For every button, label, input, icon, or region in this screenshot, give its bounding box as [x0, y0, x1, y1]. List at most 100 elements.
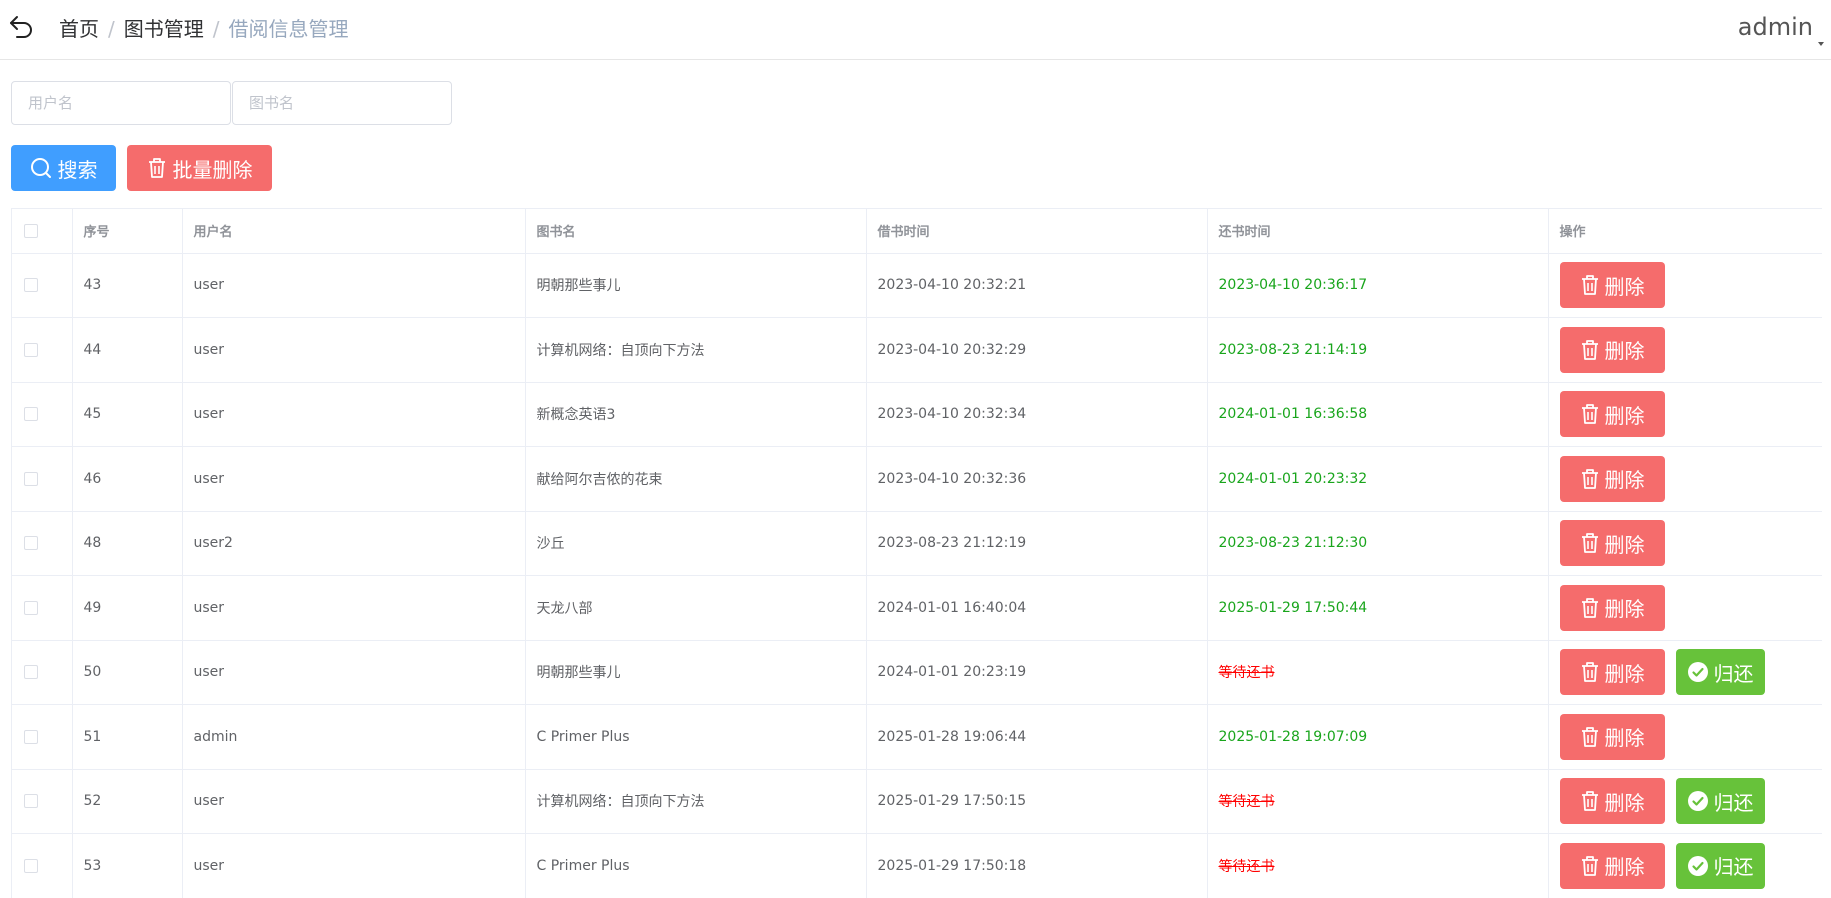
cell-return-time: 2023-08-23 21:14:19 — [1207, 317, 1549, 383]
return-time-text: 2024-01-01 20:23:32 — [1218, 470, 1368, 487]
delete-button-label: 删除 — [1604, 790, 1645, 815]
row-select-cell — [12, 446, 73, 512]
return-button[interactable]: 归还 — [1675, 649, 1765, 696]
return-time-text: 2023-08-23 21:12:30 — [1218, 535, 1368, 552]
column-header-bookname: 图书名 — [525, 209, 867, 254]
column-header-username: 用户名 — [182, 209, 526, 254]
cell-bookname: 计算机网络：自顶向下方法 — [525, 769, 867, 834]
delete-button[interactable]: 删除 — [1559, 391, 1665, 438]
row-checkbox[interactable] — [24, 600, 38, 615]
delete-button[interactable]: 删除 — [1559, 778, 1665, 825]
search-button-label: 搜索 — [57, 157, 98, 182]
return-button-label: 归还 — [1713, 855, 1754, 880]
delete-button-label: 删除 — [1604, 403, 1645, 428]
delete-button[interactable]: 删除 — [1559, 520, 1665, 567]
delete-button-label: 删除 — [1604, 597, 1645, 622]
select-all-cell — [12, 209, 73, 254]
table-row: 44 user 计算机网络：自顶向下方法 2023-04-10 20:32:29 202… — [12, 317, 1822, 383]
cell-actions: 删除 — [1548, 704, 1822, 770]
bookname-search-input[interactable] — [232, 81, 452, 125]
table-row: 43 user 明朝那些事儿 2023-04-10 20:32:21 2023-04-1… — [12, 253, 1822, 318]
top-header: 首页 / 图书管理 / 借阅信息管理 admin — [0, 0, 1831, 60]
cell-borrow-time: 2025-01-29 17:50:18 — [866, 833, 1208, 898]
row-checkbox[interactable] — [24, 407, 38, 422]
row-checkbox[interactable] — [24, 665, 38, 680]
breadcrumb-home[interactable]: 首页 — [59, 17, 99, 41]
row-select-cell — [12, 382, 73, 447]
cell-username: user — [182, 446, 526, 512]
delete-button[interactable]: 删除 — [1559, 262, 1665, 309]
delete-button[interactable]: 删除 — [1559, 584, 1665, 631]
delete-button[interactable]: 删除 — [1559, 842, 1665, 889]
cell-return-time: 等待还书 — [1207, 833, 1549, 898]
row-checkbox[interactable] — [24, 342, 38, 357]
cell-actions: 删除 — [1548, 253, 1822, 318]
cell-actions: 删除 — [1548, 382, 1822, 447]
check-circle-icon — [1687, 661, 1709, 683]
cell-actions: 删除 归还 — [1548, 769, 1822, 834]
return-button[interactable]: 归还 — [1675, 778, 1765, 825]
delete-button-label: 删除 — [1604, 274, 1645, 299]
return-button-label: 归还 — [1713, 661, 1754, 686]
trash-icon — [1580, 855, 1600, 877]
cell-bookname: 明朝那些事儿 — [525, 253, 867, 318]
table-body: 43 user 明朝那些事儿 2023-04-10 20:32:21 2023-04-1… — [12, 253, 1822, 898]
delete-button[interactable]: 删除 — [1559, 713, 1665, 760]
borrow-table: 序号 用户名 图书名 借书时间 还书时间 操作 43 user 明朝那些事儿 2023… — [11, 208, 1822, 898]
cell-username: user — [182, 382, 526, 447]
delete-button[interactable]: 删除 — [1559, 649, 1665, 696]
cell-bookname: 明朝那些事儿 — [525, 640, 867, 705]
cell-id: 45 — [72, 382, 183, 447]
trash-icon — [1580, 274, 1600, 296]
trash-icon — [1580, 597, 1600, 619]
search-button[interactable]: 搜索 — [11, 145, 116, 191]
delete-button-label: 删除 — [1604, 726, 1645, 751]
select-all-checkbox[interactable] — [24, 223, 38, 238]
cell-actions: 删除 归还 — [1548, 833, 1822, 898]
row-select-cell — [12, 833, 73, 898]
batch-delete-button[interactable]: 批量删除 — [127, 145, 272, 191]
trash-icon — [1580, 403, 1600, 425]
trash-icon — [1580, 532, 1600, 554]
caret-down-icon — [1818, 42, 1824, 46]
pending-return-status: 等待还书 — [1218, 665, 1275, 682]
cell-username: user — [182, 253, 526, 318]
cell-id: 48 — [72, 511, 183, 576]
table-row: 50 user 明朝那些事儿 2024-01-01 20:23:19 等待还书 删除 归还 — [12, 640, 1822, 705]
return-time-text: 2025-01-28 19:07:09 — [1218, 728, 1368, 745]
return-button[interactable]: 归还 — [1675, 842, 1765, 889]
row-checkbox[interactable] — [24, 278, 38, 293]
delete-button-label: 删除 — [1604, 661, 1645, 686]
delete-button-label: 删除 — [1604, 855, 1645, 880]
cell-return-time: 2024-01-01 16:36:58 — [1207, 382, 1549, 447]
row-checkbox[interactable] — [24, 729, 38, 744]
user-menu[interactable]: admin — [1737, 12, 1824, 46]
table-row: 52 user 计算机网络：自顶向下方法 2025-01-29 17:50:15 等待还… — [12, 769, 1822, 834]
cell-id: 52 — [72, 769, 183, 834]
delete-button[interactable]: 删除 — [1559, 455, 1665, 502]
delete-button[interactable]: 删除 — [1559, 326, 1665, 373]
batch-delete-label: 批量删除 — [172, 157, 253, 182]
return-time-text: 2024-01-01 16:36:58 — [1218, 406, 1368, 423]
return-time-text: 2023-08-23 21:14:19 — [1218, 341, 1368, 358]
cell-return-time: 等待还书 — [1207, 769, 1549, 834]
cell-bookname: 新概念英语3 — [525, 382, 867, 447]
cell-bookname: 天龙八部 — [525, 575, 867, 641]
cell-return-time: 2024-01-01 20:23:32 — [1207, 446, 1549, 512]
cell-borrow-time: 2025-01-29 17:50:15 — [866, 769, 1208, 834]
username-label: admin — [1737, 13, 1813, 41]
table-row: 53 user C Primer Plus 2025-01-29 17:50:18 等待… — [12, 833, 1822, 898]
row-checkbox[interactable] — [24, 536, 38, 551]
table-row: 45 user 新概念英语3 2023-04-10 20:32:34 2024-01-0… — [12, 382, 1822, 447]
row-checkbox[interactable] — [24, 858, 38, 873]
username-search-input[interactable] — [11, 81, 231, 125]
cell-return-time: 2025-01-29 17:50:44 — [1207, 575, 1549, 641]
cell-actions: 删除 — [1548, 575, 1822, 641]
breadcrumb-book-management[interactable]: 图书管理 — [124, 17, 204, 41]
back-arrow-icon[interactable] — [6, 12, 36, 42]
column-header-actions: 操作 — [1548, 209, 1822, 254]
row-checkbox[interactable] — [24, 471, 38, 486]
cell-actions: 删除 — [1548, 317, 1822, 383]
cell-actions: 删除 — [1548, 511, 1822, 576]
row-checkbox[interactable] — [24, 794, 38, 809]
